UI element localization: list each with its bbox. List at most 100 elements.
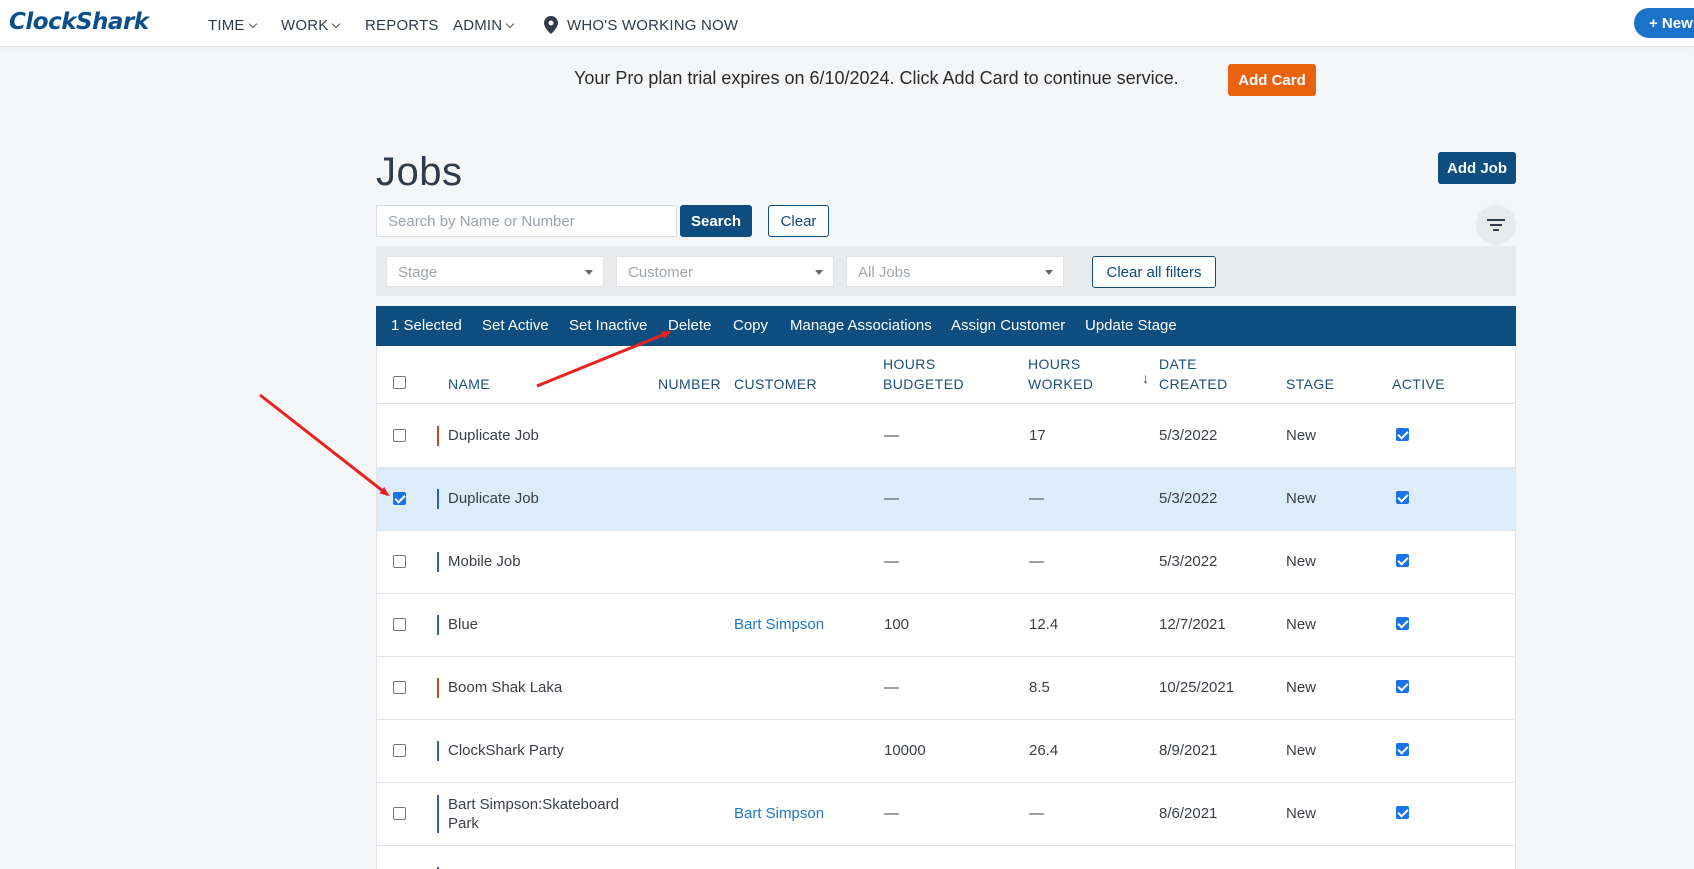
hours-budgeted: — bbox=[884, 490, 899, 507]
header-date-created-line1: DATE bbox=[1159, 356, 1197, 372]
job-stage: New bbox=[1286, 616, 1317, 633]
table-row[interactable]: George Washington:JasoGeorge bbox=[377, 846, 1515, 869]
hours-worked: 12.4 bbox=[1029, 616, 1059, 633]
job-name: Boom Shak Laka bbox=[448, 679, 563, 696]
job-stage: New bbox=[1286, 742, 1317, 759]
active-checkbox[interactable] bbox=[1396, 428, 1409, 441]
nav-whos-working-now[interactable]: WHO'S WORKING NOW bbox=[567, 17, 738, 34]
nav-work-label: WORK bbox=[281, 17, 329, 34]
select-all-checkbox[interactable] bbox=[393, 376, 406, 389]
active-checkbox[interactable] bbox=[1396, 491, 1409, 504]
date-created: 5/3/2022 bbox=[1159, 490, 1218, 507]
add-card-button[interactable]: Add Card bbox=[1228, 64, 1316, 96]
clockshark-logo[interactable]: ClockShark bbox=[9, 9, 149, 35]
delete-action[interactable]: Delete bbox=[668, 317, 711, 334]
nav-time-label: TIME bbox=[208, 17, 245, 34]
table-row[interactable]: Blue Bart Simpson 100 12.4 12/7/2021 New bbox=[377, 594, 1515, 657]
search-button[interactable]: Search bbox=[680, 205, 752, 237]
filter-toggle-button[interactable] bbox=[1476, 205, 1516, 245]
row-checkbox[interactable] bbox=[393, 492, 406, 505]
date-created: 10/25/2021 bbox=[1159, 679, 1235, 696]
bulk-action-bar: 1 Selected Set Active Set Inactive Delet… bbox=[376, 306, 1516, 354]
active-checkbox[interactable] bbox=[1396, 806, 1409, 819]
header-number[interactable]: NUMBER bbox=[658, 374, 721, 394]
clear-all-filters-button[interactable]: Clear all filters bbox=[1092, 256, 1216, 288]
nav-work[interactable]: WORK bbox=[281, 17, 341, 34]
header-hours-budgeted[interactable]: HOURS BUDGETED bbox=[883, 354, 964, 394]
hours-budgeted: — bbox=[884, 679, 899, 696]
hours-budgeted: — bbox=[884, 805, 899, 822]
update-stage-action[interactable]: Update Stage bbox=[1085, 317, 1177, 334]
active-checkbox[interactable] bbox=[1396, 680, 1409, 693]
customer-dropdown[interactable]: Customer bbox=[616, 256, 834, 287]
job-stage: New bbox=[1286, 805, 1317, 822]
assign-customer-action[interactable]: Assign Customer bbox=[951, 317, 1065, 334]
table-row[interactable]: ClockShark Party 10000 26.4 8/9/2021 New bbox=[377, 720, 1515, 783]
row-checkbox[interactable] bbox=[393, 429, 406, 442]
add-job-button[interactable]: Add Job bbox=[1438, 152, 1516, 184]
row-checkbox[interactable] bbox=[393, 618, 406, 631]
hours-worked: — bbox=[1029, 805, 1044, 822]
stage-dropdown[interactable]: Stage bbox=[386, 256, 604, 287]
job-color-indicator bbox=[437, 741, 439, 761]
job-stage: New bbox=[1286, 679, 1317, 696]
job-stage: New bbox=[1286, 553, 1317, 570]
header-hours-worked-line2: WORKED bbox=[1028, 376, 1094, 392]
job-customer-link[interactable]: Bart Simpson bbox=[734, 615, 824, 635]
search-input[interactable] bbox=[376, 205, 677, 237]
table-row[interactable]: Duplicate Job — — 5/3/2022 New bbox=[377, 468, 1515, 531]
chevron-down-icon bbox=[506, 19, 515, 29]
trial-banner-text: Your Pro plan trial expires on 6/10/2024… bbox=[574, 68, 1179, 88]
header-name[interactable]: NAME bbox=[448, 374, 490, 394]
clear-button[interactable]: Clear bbox=[768, 205, 829, 237]
jobs-table: NAME NUMBER CUSTOMER HOURS BUDGETED HOURS… bbox=[376, 346, 1516, 869]
filter-icon-line bbox=[1490, 224, 1502, 226]
job-name-line2: Park bbox=[448, 815, 479, 832]
chevron-down-icon bbox=[248, 19, 257, 29]
row-checkbox[interactable] bbox=[393, 807, 406, 820]
header-stage[interactable]: STAGE bbox=[1286, 374, 1334, 394]
nav-admin[interactable]: ADMIN bbox=[453, 17, 515, 34]
row-checkbox[interactable] bbox=[393, 555, 406, 568]
header-active[interactable]: ACTIVE bbox=[1392, 374, 1445, 394]
nav-reports[interactable]: REPORTS bbox=[365, 17, 439, 34]
table-header: NAME NUMBER CUSTOMER HOURS BUDGETED HOURS… bbox=[377, 346, 1515, 404]
table-row[interactable]: Duplicate Job — 17 5/3/2022 New bbox=[377, 405, 1515, 468]
job-name: Duplicate Job bbox=[448, 490, 539, 507]
header-hours-worked[interactable]: HOURS WORKED bbox=[1028, 354, 1093, 394]
active-checkbox[interactable] bbox=[1396, 743, 1409, 756]
header-hours-worked-line1: HOURS bbox=[1028, 356, 1081, 372]
row-checkbox[interactable] bbox=[393, 744, 406, 757]
nav-reports-label: REPORTS bbox=[365, 17, 439, 34]
nav-time[interactable]: TIME bbox=[208, 17, 257, 34]
new-button[interactable]: + New bbox=[1634, 8, 1694, 38]
table-row[interactable]: Bart Simpson:Skateboard Park Bart Simpson —… bbox=[377, 783, 1515, 846]
job-color-indicator bbox=[437, 678, 439, 698]
filter-bar: Stage Customer All Jobs Clear all filter… bbox=[376, 246, 1516, 296]
set-active-action[interactable]: Set Active bbox=[482, 317, 549, 334]
jobs-dropdown[interactable]: All Jobs bbox=[846, 256, 1064, 287]
job-customer-link[interactable]: Bart Simpson bbox=[734, 804, 824, 824]
table-row[interactable]: Boom Shak Laka — 8.5 10/25/2021 New bbox=[377, 657, 1515, 720]
header-hours-budgeted-line2: BUDGETED bbox=[883, 376, 964, 392]
active-checkbox[interactable] bbox=[1396, 617, 1409, 630]
job-stage: New bbox=[1286, 490, 1317, 507]
filter-icon bbox=[1487, 219, 1505, 221]
copy-action[interactable]: Copy bbox=[733, 317, 768, 334]
date-created: 5/3/2022 bbox=[1159, 553, 1218, 570]
header-date-created[interactable]: DATE CREATED bbox=[1159, 354, 1228, 394]
job-name: Mobile Job bbox=[448, 553, 521, 570]
hours-worked: 17 bbox=[1029, 427, 1046, 444]
table-row[interactable]: Mobile Job — — 5/3/2022 New bbox=[377, 531, 1515, 594]
caret-down-icon bbox=[815, 270, 823, 275]
row-checkbox[interactable] bbox=[393, 681, 406, 694]
sort-descending-icon[interactable]: ↓ bbox=[1142, 370, 1149, 386]
set-inactive-action[interactable]: Set Inactive bbox=[569, 317, 647, 334]
active-checkbox[interactable] bbox=[1396, 554, 1409, 567]
header-customer[interactable]: CUSTOMER bbox=[734, 374, 817, 394]
manage-associations-action[interactable]: Manage Associations bbox=[790, 317, 932, 334]
hours-budgeted: — bbox=[884, 553, 899, 570]
hours-budgeted: 100 bbox=[884, 616, 910, 633]
job-name: Bart Simpson:Skateboard bbox=[448, 796, 619, 813]
job-stage: New bbox=[1286, 427, 1317, 444]
